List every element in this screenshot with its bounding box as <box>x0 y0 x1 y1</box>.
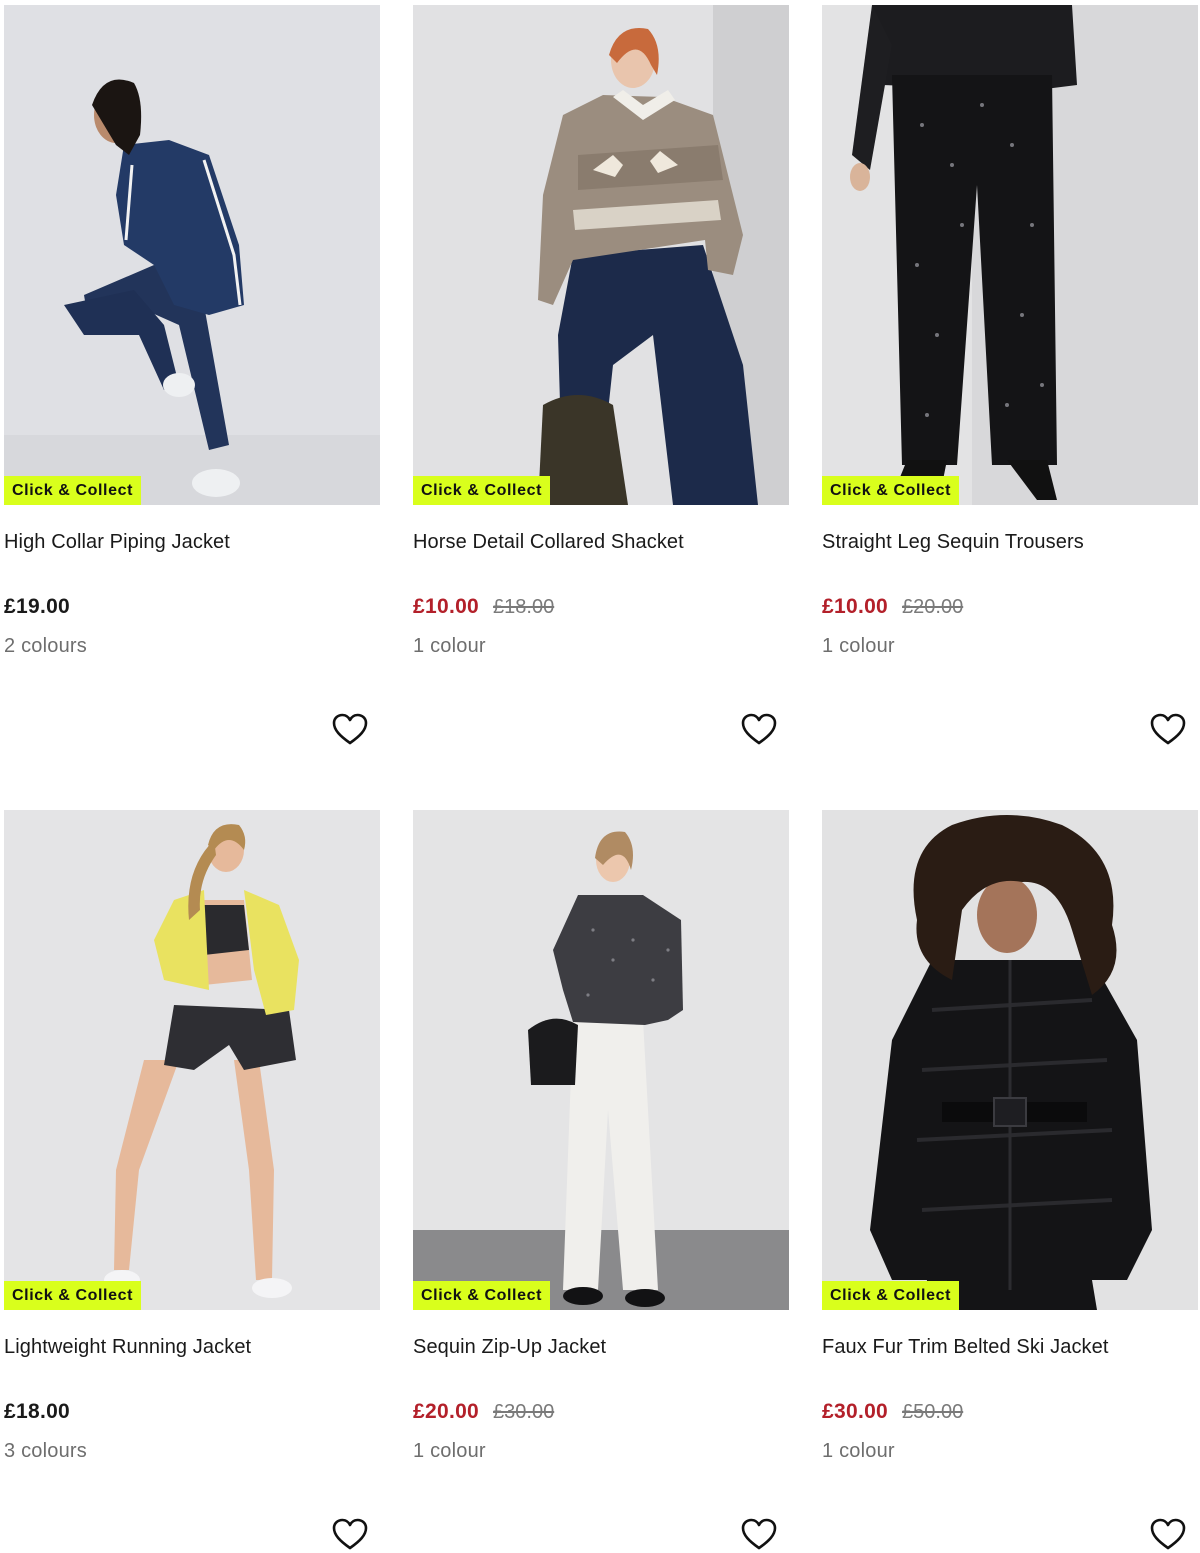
product-image[interactable]: Click & Collect <box>822 810 1198 1310</box>
sale-price: £10.00 <box>413 595 480 618</box>
price-row: £30.00 £50.00 <box>822 1400 963 1424</box>
colour-count: 1 colour <box>413 1440 486 1462</box>
sale-price: £20.00 <box>413 1400 480 1423</box>
wishlist-button[interactable] <box>330 710 370 750</box>
product-title[interactable]: Lightweight Running Jacket <box>4 1336 251 1359</box>
price-row: £10.00 £18.00 <box>413 595 554 619</box>
was-price: £18.00 <box>493 596 555 618</box>
sale-price: £30.00 <box>822 1400 889 1423</box>
click-collect-badge: Click & Collect <box>413 1281 551 1310</box>
wishlist-button[interactable] <box>330 1515 370 1553</box>
click-collect-badge: Click & Collect <box>413 476 551 505</box>
product-card[interactable]: Click & Collect Sequin Zip-Up Jacket £20… <box>413 810 789 1550</box>
product-image[interactable]: Click & Collect <box>4 5 380 505</box>
was-price: £20.00 <box>902 596 964 618</box>
price-row: £10.00 £20.00 <box>822 595 963 619</box>
was-price: £50.00 <box>902 1401 964 1423</box>
product-image[interactable]: Click & Collect <box>822 5 1198 505</box>
current-price: £18.00 <box>4 1400 71 1423</box>
wishlist-button[interactable] <box>1148 1515 1188 1553</box>
click-collect-badge: Click & Collect <box>4 1281 142 1310</box>
colour-count: 2 colours <box>4 635 87 657</box>
colour-count: 1 colour <box>822 1440 895 1462</box>
current-price: £19.00 <box>4 595 71 618</box>
product-title[interactable]: Faux Fur Trim Belted Ski Jacket <box>822 1336 1109 1359</box>
product-image[interactable]: Click & Collect <box>4 810 380 1310</box>
click-collect-badge: Click & Collect <box>822 476 960 505</box>
heart-outline-icon <box>332 1518 368 1550</box>
wishlist-button[interactable] <box>1148 710 1188 750</box>
wishlist-button[interactable] <box>739 1515 779 1553</box>
product-card[interactable]: Click & Collect Faux Fur Trim Belted Ski… <box>822 810 1198 1550</box>
click-collect-badge: Click & Collect <box>4 476 142 505</box>
heart-outline-icon <box>741 713 777 745</box>
product-image[interactable]: Click & Collect <box>413 5 789 505</box>
price-row: £18.00 <box>4 1400 70 1424</box>
colour-count: 3 colours <box>4 1440 87 1462</box>
wishlist-button[interactable] <box>739 710 779 750</box>
sale-price: £10.00 <box>822 595 889 618</box>
heart-outline-icon <box>332 713 368 745</box>
was-price: £30.00 <box>493 1401 555 1423</box>
product-card[interactable]: Click & Collect Horse Detail Collared Sh… <box>413 5 789 745</box>
product-card[interactable]: Click & Collect High Collar Piping Jacke… <box>4 5 380 745</box>
click-collect-badge: Click & Collect <box>822 1281 960 1310</box>
product-title[interactable]: Horse Detail Collared Shacket <box>413 531 684 554</box>
price-row: £20.00 £30.00 <box>413 1400 554 1424</box>
colour-count: 1 colour <box>413 635 486 657</box>
product-title[interactable]: Sequin Zip-Up Jacket <box>413 1336 606 1359</box>
product-title[interactable]: High Collar Piping Jacket <box>4 531 230 554</box>
heart-outline-icon <box>1150 1518 1186 1550</box>
heart-outline-icon <box>1150 713 1186 745</box>
product-image[interactable]: Click & Collect <box>413 810 789 1310</box>
product-card[interactable]: Click & Collect Straight Leg Sequin Trou… <box>822 5 1198 745</box>
heart-outline-icon <box>741 1518 777 1550</box>
colour-count: 1 colour <box>822 635 895 657</box>
product-title[interactable]: Straight Leg Sequin Trousers <box>822 531 1084 554</box>
product-card[interactable]: Click & Collect Lightweight Running Jack… <box>4 810 380 1550</box>
price-row: £19.00 <box>4 595 70 619</box>
